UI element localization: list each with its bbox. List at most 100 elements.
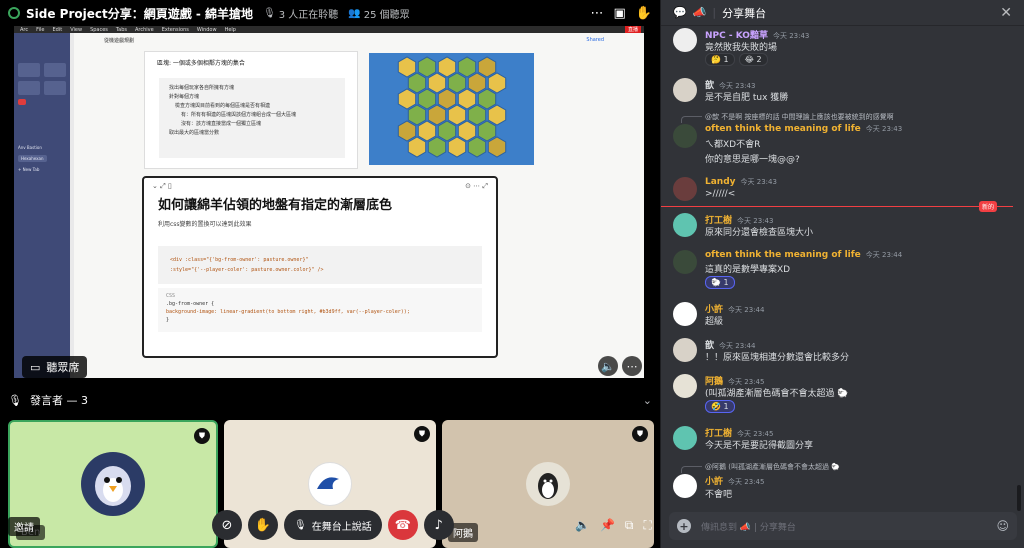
close-icon[interactable]: ✕ <box>1000 5 1012 21</box>
chevron-down-icon[interactable]: ⌄ <box>643 394 652 407</box>
more-options-icon[interactable]: ⋯ <box>622 356 642 376</box>
chat-header: 💬 📣 | 分享舞台 ✕ <box>661 0 1024 26</box>
doc-breadcrumb: 從機遊戲規劃 <box>104 38 135 44</box>
avatar <box>673 78 697 102</box>
message-text: >/////< <box>705 189 736 199</box>
popout-icon[interactable]: ⧉ <box>625 518 634 533</box>
chat-bubble-icon: 💬 <box>673 6 687 19</box>
emoji-icon[interactable]: ☺ <box>996 519 1009 533</box>
message-input[interactable]: + 傳訊息到 📣 | 分享舞台 ☺ <box>669 512 1017 540</box>
browser-sidebar: Anv Bastion Hexahexan + New Tab <box>14 33 70 378</box>
message-text: (叫孤湖產漸層色碼會不會太超過 🐑 <box>705 389 849 399</box>
screen-share-icon[interactable]: ▣ <box>614 6 626 21</box>
stage-controls: ⊘ ✋ 🎙 在舞台上說話 ☎ ♪ <box>212 510 454 540</box>
shared-screen: Arc File Edit View Spaces Tabs Archive Extensio… <box>14 26 644 378</box>
add-attachment-icon[interactable]: + <box>677 519 691 533</box>
message-text: 這真的是數學專案XD <box>705 265 791 275</box>
username[interactable]: often think the meaning of life 今天 23:43 <box>705 124 902 134</box>
hex-board-graphic <box>397 56 507 158</box>
avatar <box>673 177 697 201</box>
shield-icon: ⛊ <box>414 426 430 442</box>
reaction[interactable]: 😂 2 <box>738 53 768 66</box>
hex-tile <box>427 136 447 158</box>
live-badge: 直播 <box>624 26 641 33</box>
avatar <box>673 426 697 450</box>
message-text: ㄟ都XD不會R <box>705 140 761 150</box>
hex-tile <box>487 104 507 126</box>
gradient-card: ⌄ ⤢ ▯ ⊙ ⋯ ⤢ 如何讓綿羊佔領的地盤有指定的漸層底色 利用css變數的置換… <box>142 176 498 358</box>
gradient-card-title: 如何讓綿羊佔領的地盤有指定的漸層底色 <box>158 198 393 213</box>
speak-on-stage-button[interactable]: 🎙 在舞台上說話 <box>284 510 382 540</box>
hex-tile <box>417 56 437 78</box>
hex-tile <box>477 88 497 110</box>
hex-tile <box>477 120 497 142</box>
hex-tile <box>407 72 427 94</box>
pin-icon[interactable]: 📌 <box>600 518 615 533</box>
volume-icon[interactable]: 🔈 <box>598 356 618 376</box>
vue-code-block: <div :class="{'bg-from-owner': pasture.o… <box>158 246 482 284</box>
invite-button[interactable]: 邀請 <box>8 517 40 536</box>
hex-tile <box>487 136 507 158</box>
scrollbar[interactable] <box>1017 485 1021 511</box>
mic-icon: 🎙 <box>294 519 307 531</box>
hex-tile <box>427 72 447 94</box>
fullscreen-icon[interactable]: ⛶ <box>643 518 651 533</box>
avatar <box>673 213 697 237</box>
camera-off-icon[interactable]: ⊘ <box>212 510 242 540</box>
wave-logo-icon <box>317 477 339 489</box>
message-list: NPC - KO黯草 今天 23:43 竟然敗我失敗的場 🤔 1 😂 2 歆今天 2… <box>661 26 1024 510</box>
message-text: 原來同分還會檢查區塊大小 <box>705 228 814 238</box>
message-input-placeholder: 傳訊息到 📣 | 分享舞台 <box>701 522 796 533</box>
new-messages-divider <box>661 206 1013 207</box>
reaction[interactable]: 🤣 1 <box>705 400 735 413</box>
hex-tile <box>407 104 427 126</box>
hex-tile <box>457 120 477 142</box>
hex-tile <box>467 104 487 126</box>
volume-icon[interactable]: 🔈 <box>575 518 590 533</box>
screen-icon: ▭ <box>30 360 41 374</box>
username[interactable]: often think the meaning of life 今天 23:44 <box>705 250 902 260</box>
tile-controls: 🔈 📌 ⧉ ⛶ <box>575 518 652 533</box>
username[interactable]: 小許 今天 23:45 <box>705 474 764 487</box>
hex-tile <box>447 72 467 94</box>
hex-tile <box>417 120 437 142</box>
card-toolbar: ⌄ ⤢ ▯ ⊙ ⋯ ⤢ <box>152 182 488 190</box>
more-icon[interactable]: ⋯ <box>591 6 604 21</box>
megaphone-icon: 📣 <box>692 6 707 19</box>
gradient-card-subtitle: 利用css變數的置換可以達到此效果 <box>158 221 252 228</box>
reaction[interactable]: 🤔 1 <box>705 53 735 66</box>
hex-tile <box>487 72 507 94</box>
hex-tile <box>407 136 427 158</box>
region-card-title: 區塊: 一個或多個相鄰方塊的集合 <box>157 60 245 67</box>
leave-stage-button[interactable]: ☎ <box>387 510 418 540</box>
region-algorithm: 找出每個玩家各自所擁有方塊 針對每個方塊 檢查方塊與目前看到的每個區塊是否有相連… <box>159 78 345 158</box>
username[interactable]: Landy 今天 23:43 <box>705 177 777 187</box>
shield-icon: ⛊ <box>194 428 210 444</box>
shared-label: Shared <box>586 37 604 43</box>
message-text: 是不是自肥 tux 獲勝 <box>705 93 789 103</box>
hand-icon[interactable]: ✋ <box>636 6 652 21</box>
hex-tile <box>467 72 487 94</box>
avatar <box>673 474 697 498</box>
message-text: 你的意思是哪一塊@@? <box>705 155 800 165</box>
raise-hand-icon[interactable]: ✋ <box>248 510 278 540</box>
people-icon: 👥 <box>348 7 361 19</box>
soundboard-icon[interactable]: ♪ <box>423 510 454 540</box>
penguin-icon <box>538 473 558 499</box>
reactions: 🐑 1 <box>705 276 735 289</box>
speakers-label: 發言者 — 3 <box>29 394 88 407</box>
mac-menu-bar: Arc File Edit View Spaces Tabs Archive Extensio… <box>14 26 644 33</box>
avatar <box>308 462 352 506</box>
penguin-icon <box>95 466 131 506</box>
hex-tile <box>447 136 467 158</box>
audience-button[interactable]: ▭ 聽眾席 <box>22 356 88 378</box>
sidebar-new-tab: + New Tab <box>18 167 40 172</box>
notion-doc: 從機遊戲規劃 Shared 區塊: 一個或多個相鄰方塊的集合 找出每個玩家各自所… <box>74 33 644 378</box>
reply-preview[interactable]: @阿鵝 (叫孤湖產漸層色碼會不會太超過 🐑 <box>681 462 840 473</box>
sidebar-tab: Anv Bastion <box>18 145 42 150</box>
css-code-block: CSS .bg-from-owner { background-image: l… <box>158 288 482 332</box>
reply-preview[interactable]: @歆 不是啊 按座標的話 中間理論上應該也要被統到的感覺啊 <box>681 112 894 123</box>
reactions: 🤔 1 😂 2 <box>705 53 768 66</box>
avatar <box>673 374 697 398</box>
reaction[interactable]: 🐑 1 <box>705 276 735 289</box>
